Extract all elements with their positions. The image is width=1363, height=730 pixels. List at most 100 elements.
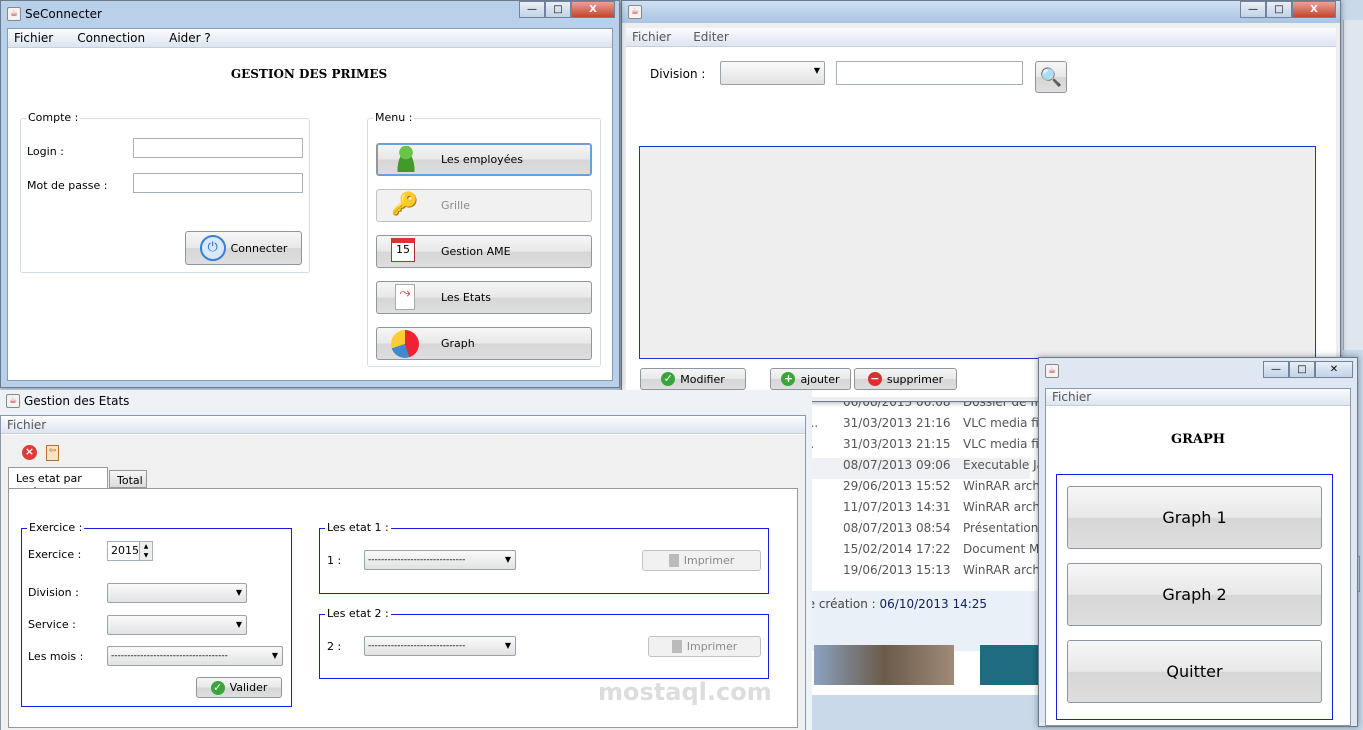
division-select[interactable] [107,583,247,603]
file-date: 08/07/2013 09:06 [843,458,951,472]
window-title: Gestion des Etats [24,394,130,408]
service-label: Service : [28,618,76,631]
file-date: 11/07/2013 14:31 [843,500,951,514]
close-button[interactable]: X [571,1,615,18]
menu-fichier[interactable]: Fichier [1052,390,1091,404]
division-label: Division : [28,586,79,599]
calendar-add-icon: 15 [391,238,421,266]
power-icon: ⏻ [199,235,226,261]
menu-aider[interactable]: Aider ? [169,31,211,45]
background-file-list: 06/08/2013 06:08Dossier de fichiw...31/0… [790,395,1055,695]
menu-button-0[interactable]: Les employées [376,143,592,176]
modify-button[interactable]: ✓ Modifier [640,368,746,390]
maximize-button[interactable]: □ [545,1,571,18]
java-icon: ☕ [1045,364,1059,378]
file-date: 08/07/2013 08:54 [843,521,951,535]
graph-button-2[interactable]: Quitter [1067,640,1322,703]
mois-select[interactable]: ------------------------------------ [107,646,283,666]
window-title: SeConnecter [25,7,102,21]
user-icon [391,146,421,174]
thumbnail-image [814,645,954,685]
file-date: 29/06/2013 15:52 [843,479,951,493]
file-row[interactable]: 19/06/2013 15:13 WinRAR archiv [790,563,1050,584]
etat1-label: 1 : [327,554,342,567]
minus-icon: − [867,372,882,386]
document-icon [671,640,682,653]
java-icon: ☕ [628,5,642,19]
page-title: GESTION DES PRIMES [230,67,388,81]
java-icon: ☕ [7,7,21,21]
password-label: Mot de passe : [27,179,108,192]
delete-button[interactable]: − supprimer [854,368,957,390]
file-type: VLC media file [963,437,1050,451]
check-icon: ✓ [661,372,676,386]
etat1-select[interactable]: ------------------------------ [364,550,516,570]
file-row[interactable]: w...31/03/2013 21:16VLC media file [790,416,1050,437]
file-row[interactable]: t...31/03/2013 21:15VLC media file [790,437,1050,458]
menu-editer[interactable]: Editer [693,30,729,44]
division-label: Division : [650,67,706,81]
password-input[interactable] [133,173,303,193]
pdf-icon: ⤳ [391,284,421,312]
key-icon: 🔑 [391,192,419,217]
minimize-button[interactable]: — [1263,361,1289,378]
add-button[interactable]: + ajouter [770,368,851,390]
employee-table-panel[interactable] [639,146,1316,359]
file-row[interactable]: 08/07/2013 08:54 Présentation M [790,521,1053,542]
file-date: 19/06/2013 15:13 [843,563,951,577]
spinner-arrows[interactable]: ▲ ▼ [139,542,152,560]
menu-fichier[interactable]: Fichier [7,418,46,432]
file-row[interactable]: 08/07/2013 09:06 Executable Jar [790,458,1049,479]
file-date: 31/03/2013 21:15 [843,437,951,451]
file-date: 31/03/2013 21:16 [843,416,951,430]
connect-button[interactable]: ⏻ Connecter [185,231,302,265]
export-icon[interactable]: ⇦ [46,445,59,461]
file-row[interactable]: 29/06/2013 15:52 WinRAR archiv [790,479,1050,500]
menu-button-4[interactable]: Graph [376,327,592,360]
file-type: Executable Jar [963,458,1049,472]
minimize-button[interactable]: — [1240,1,1266,18]
right-scrollbar[interactable] [1343,20,1363,350]
pie-chart-icon [391,330,421,358]
tab-les-etat-par-mois[interactable]: Les etat par mois [8,467,108,498]
exercice-label: Exercice : [28,548,82,561]
graph-window: ☕ — □ ✕ Fichier GRAPH Graph 1 Graph 2 Quitte… [1038,357,1358,727]
maximize-button[interactable]: □ [1289,361,1315,378]
menu-connection[interactable]: Connection [77,31,145,45]
menu-button-3[interactable]: ⤳ Les Etats [376,281,592,314]
java-icon: ☕ [6,394,20,408]
minimize-button[interactable]: — [519,1,545,18]
menu-button-1[interactable]: 🔑 Grille [376,189,592,222]
print-button-1[interactable]: Imprimer [642,550,761,571]
file-row[interactable]: 11/07/2013 14:31 WinRAR archiv [790,500,1050,521]
close-button[interactable]: ✕ [1315,361,1353,378]
file-type: Document Mi [963,542,1043,556]
search-button[interactable]: 🔍 [1035,61,1067,93]
menu-button-2[interactable]: 15 Gestion AME [376,235,592,268]
graph-button-1[interactable]: Graph 2 [1067,563,1322,626]
login-input[interactable] [133,138,303,158]
print-button-2[interactable]: Imprimer [648,636,761,657]
etat2-select[interactable]: ------------------------------ [364,636,516,656]
menu-fichier[interactable]: Fichier [632,30,671,44]
tab-total[interactable]: Total [109,470,147,488]
file-row[interactable]: 15/02/2014 17:22 Document Mi [790,542,1043,563]
file-type: VLC media file [963,416,1050,430]
graph-button-0[interactable]: Graph 1 [1067,486,1322,549]
graph-title: GRAPH [1170,432,1226,447]
close-red-icon[interactable]: × [22,445,37,460]
watermark: mostaql.com [598,678,772,706]
maximize-button[interactable]: □ [1266,1,1292,18]
division-select[interactable] [720,61,825,85]
division-window: ☕ —□X FichierEditer Division : 🔍 ✓Modifi… [621,0,1341,402]
mois-label: Les mois : [28,650,84,663]
created-value: 06/10/2013 14:25 [879,597,988,611]
exercice-spinner[interactable]: 2015 ▲ ▼ [107,541,153,561]
search-input[interactable] [836,61,1023,85]
service-select[interactable] [107,615,247,635]
check-icon: ✓ [210,680,225,695]
menu-fichier[interactable]: Fichier [14,31,53,45]
login-window: ☕ SeConnecter — □ X Fichier Connection Aider … [0,0,620,388]
validate-button[interactable]: ✓ Valider [196,677,282,698]
close-button[interactable]: X [1292,1,1336,18]
